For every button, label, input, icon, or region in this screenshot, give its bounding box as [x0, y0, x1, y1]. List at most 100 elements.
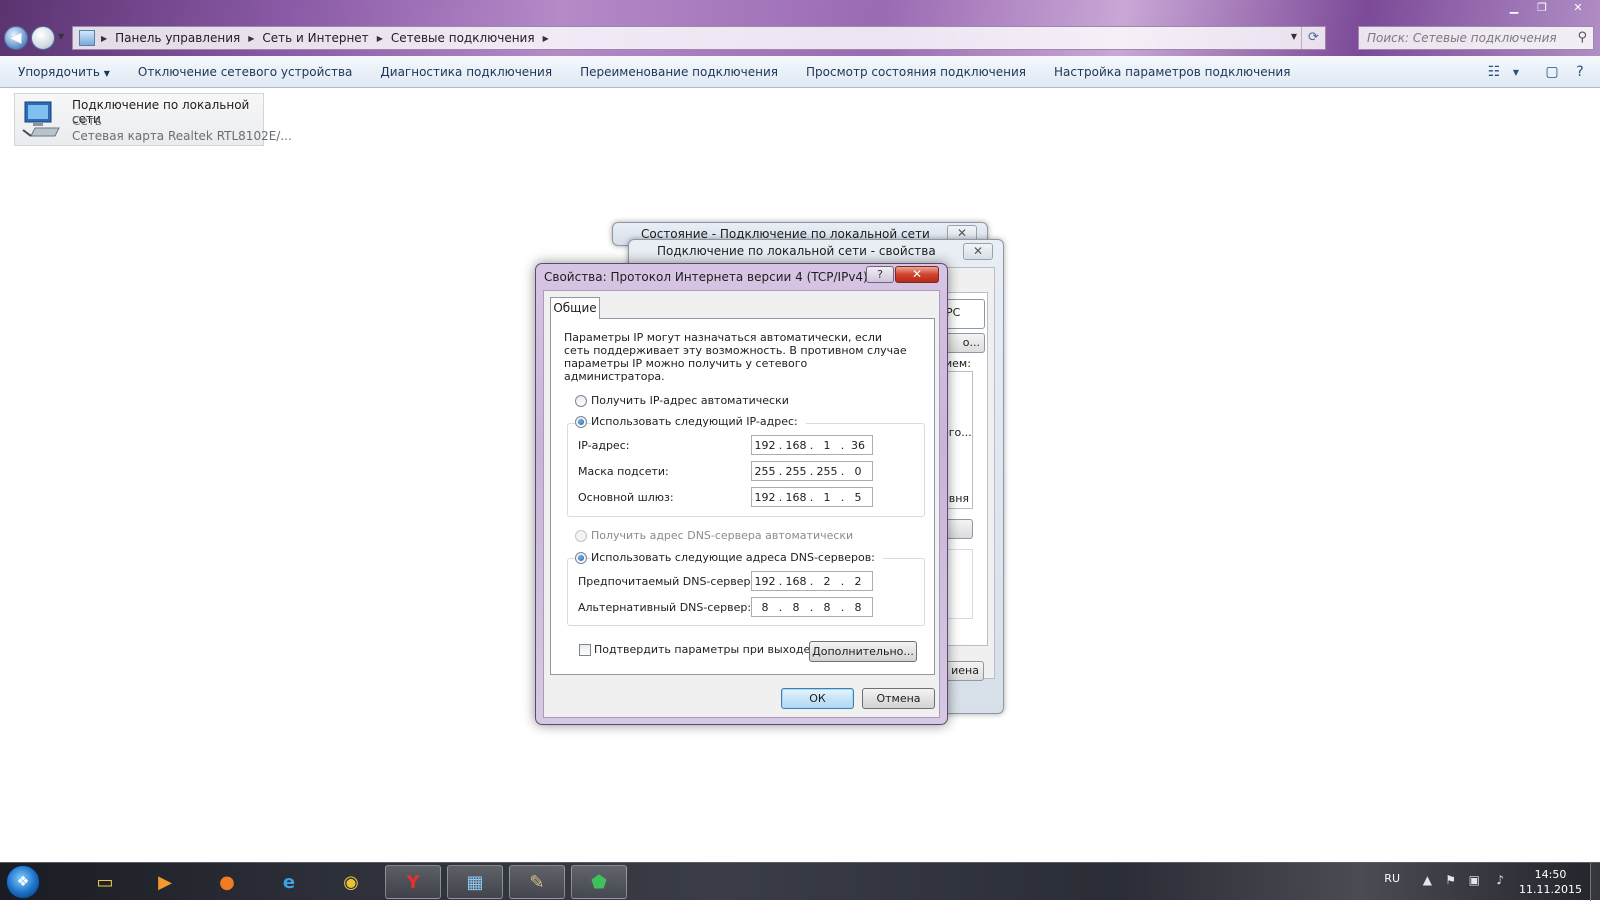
clock[interactable]: 14:50 11.11.2015	[1519, 867, 1582, 897]
control-panel-icon	[79, 30, 95, 46]
ipv4-properties-dialog[interactable]: Свойства: Протокол Интернета версии 4 (T…	[535, 263, 948, 725]
minimize-button[interactable]: ▁	[1500, 0, 1528, 16]
rename-command[interactable]: Переименование подключения	[566, 65, 792, 79]
breadcrumb-network-internet[interactable]: Сеть и Интернет	[262, 31, 368, 45]
chevron-right-icon[interactable]: ▶	[101, 34, 107, 43]
adapter-name-fragment: PC	[945, 299, 985, 329]
ip-manual-label[interactable]: Использовать следующий IP-адрес:	[591, 415, 806, 428]
taskbar-control-panel[interactable]: ▦	[447, 865, 503, 899]
ip-octet-1[interactable]: 192	[752, 439, 778, 452]
back-arrow-icon: ◀	[10, 30, 22, 46]
gateway-octet-1[interactable]: 192	[752, 491, 778, 504]
taskbar-yandex[interactable]: Y	[385, 865, 441, 899]
address-bar[interactable]: ▶ Панель управления ▶ Сеть и Интернет ▶ …	[72, 26, 1326, 50]
history-dropdown[interactable]: ▼	[58, 32, 68, 44]
ip-address-input[interactable]: 192. 168. 1. 36	[751, 435, 873, 455]
view-status-command[interactable]: Просмотр состояния подключения	[792, 65, 1040, 79]
maximize-button[interactable]: ❐	[1528, 0, 1556, 16]
gateway-octet-4[interactable]: 5	[845, 491, 871, 504]
help-icon[interactable]: ?	[1566, 64, 1594, 80]
action-center-icon[interactable]: ⚑	[1445, 873, 1456, 887]
ok-button[interactable]: ОК	[781, 688, 854, 709]
view-options-dropdown-icon[interactable]: ▼	[1508, 68, 1524, 77]
advanced-button[interactable]: Дополнительно...	[809, 641, 917, 662]
start-button[interactable]: ❖	[6, 865, 40, 899]
tab-general[interactable]: Общие	[550, 297, 600, 319]
dns1-octet-1[interactable]: 192	[752, 575, 778, 588]
language-indicator[interactable]: RU	[1384, 872, 1400, 885]
chevron-right-icon[interactable]: ▶	[248, 34, 254, 43]
cancel-button[interactable]: Отмена	[862, 688, 935, 709]
breadcrumb-control-panel[interactable]: Панель управления	[115, 31, 240, 45]
preferred-dns-input[interactable]: 192. 168. 2. 2	[751, 571, 873, 591]
dns2-octet-4[interactable]: 8	[845, 601, 871, 614]
system-tray: RU ▲ ⚑ ▣ ♪ 14:50 11.11.2015	[1340, 863, 1600, 901]
yandex-browser-icon: Y	[406, 871, 420, 893]
organize-menu[interactable]: Упорядочить ▼	[0, 65, 124, 79]
taskbar-explorer[interactable]: ▭	[77, 865, 133, 899]
mask-octet-3[interactable]: 255	[814, 465, 840, 478]
ip-manual-radio[interactable]	[575, 416, 587, 428]
dns1-octet-3[interactable]: 2	[814, 575, 840, 588]
search-input[interactable]: Поиск: Сетевые подключения ⚲	[1358, 26, 1594, 50]
gateway-octet-3[interactable]: 1	[814, 491, 840, 504]
taskbar-paint[interactable]: ✎	[509, 865, 565, 899]
control-panel-icon: ▦	[466, 871, 484, 893]
validate-label[interactable]: Подтвердить параметры при выходе	[594, 643, 810, 656]
ip-octet-4[interactable]: 36	[845, 439, 871, 452]
show-hidden-icons[interactable]: ▲	[1423, 873, 1432, 887]
breadcrumb-network-connections[interactable]: Сетевые подключения	[391, 31, 535, 45]
ip-octet-3[interactable]: 1	[814, 439, 840, 452]
help-button[interactable]: ?	[866, 266, 894, 283]
connection-type: Сеть	[72, 114, 102, 128]
properties-close-button[interactable]: ✕	[963, 243, 993, 260]
dns2-octet-2[interactable]: 8	[783, 601, 809, 614]
firefox-icon: ●	[219, 871, 235, 893]
validate-checkbox[interactable]	[579, 644, 591, 656]
taskbar-internet-explorer[interactable]: e	[261, 865, 317, 899]
dns-manual-radio[interactable]	[575, 552, 587, 564]
gateway-input[interactable]: 192. 168. 1. 5	[751, 487, 873, 507]
volume-icon[interactable]: ♪	[1496, 873, 1504, 887]
subnet-mask-label: Маска подсети:	[578, 465, 669, 478]
subnet-mask-input[interactable]: 255. 255. 255. 0	[751, 461, 873, 481]
change-settings-command[interactable]: Настройка параметров подключения	[1040, 65, 1304, 79]
taskbar-media-player[interactable]: ▶	[137, 865, 193, 899]
disable-device-command[interactable]: Отключение сетевого устройства	[124, 65, 366, 79]
ip-octet-2[interactable]: 168	[783, 439, 809, 452]
dns1-octet-4[interactable]: 2	[845, 575, 871, 588]
dns-manual-label[interactable]: Использовать следующие адреса DNS-сервер…	[591, 551, 883, 564]
change-view-icon[interactable]: ☷	[1480, 64, 1508, 80]
address-dropdown-icon[interactable]: ▼	[1291, 32, 1297, 41]
taskbar-app[interactable]: ⬟	[571, 865, 627, 899]
close-button[interactable]: ✕	[895, 266, 939, 283]
mask-octet-1[interactable]: 255	[752, 465, 778, 478]
search-icon[interactable]: ⚲	[1577, 30, 1587, 45]
chevron-right-icon[interactable]: ▶	[377, 34, 383, 43]
alternate-dns-input[interactable]: 8. 8. 8. 8	[751, 597, 873, 617]
taskbar-firefox[interactable]: ●	[199, 865, 255, 899]
mask-octet-4[interactable]: 0	[845, 465, 871, 478]
back-button[interactable]: ◀	[4, 26, 28, 50]
dns1-octet-2[interactable]: 168	[783, 575, 809, 588]
internet-explorer-icon: e	[282, 871, 296, 893]
gateway-label: Основной шлюз:	[578, 491, 674, 504]
preview-pane-icon[interactable]: ▢	[1538, 64, 1566, 80]
chevron-right-icon[interactable]: ▶	[543, 34, 549, 43]
dns2-octet-3[interactable]: 8	[814, 601, 840, 614]
connection-item-lan[interactable]: Подключение по локальной сети Сеть Сетев…	[14, 93, 292, 146]
close-window-button[interactable]: ✕	[1556, 0, 1600, 16]
ip-auto-label[interactable]: Получить IP-адрес автоматически	[591, 394, 789, 407]
ip-auto-radio[interactable]	[575, 395, 587, 407]
dns2-octet-1[interactable]: 8	[752, 601, 778, 614]
mask-octet-2[interactable]: 255	[783, 465, 809, 478]
dns-auto-radio[interactable]	[575, 530, 587, 542]
taskbar-chrome[interactable]: ◉	[323, 865, 379, 899]
clock-time: 14:50	[1534, 868, 1567, 881]
network-tray-icon[interactable]: ▣	[1469, 873, 1480, 887]
refresh-button[interactable]: ⟳	[1301, 27, 1325, 49]
show-desktop-button[interactable]	[1590, 863, 1600, 901]
gateway-octet-2[interactable]: 168	[783, 491, 809, 504]
diagnose-command[interactable]: Диагностика подключения	[366, 65, 566, 79]
forward-button[interactable]	[31, 26, 55, 50]
